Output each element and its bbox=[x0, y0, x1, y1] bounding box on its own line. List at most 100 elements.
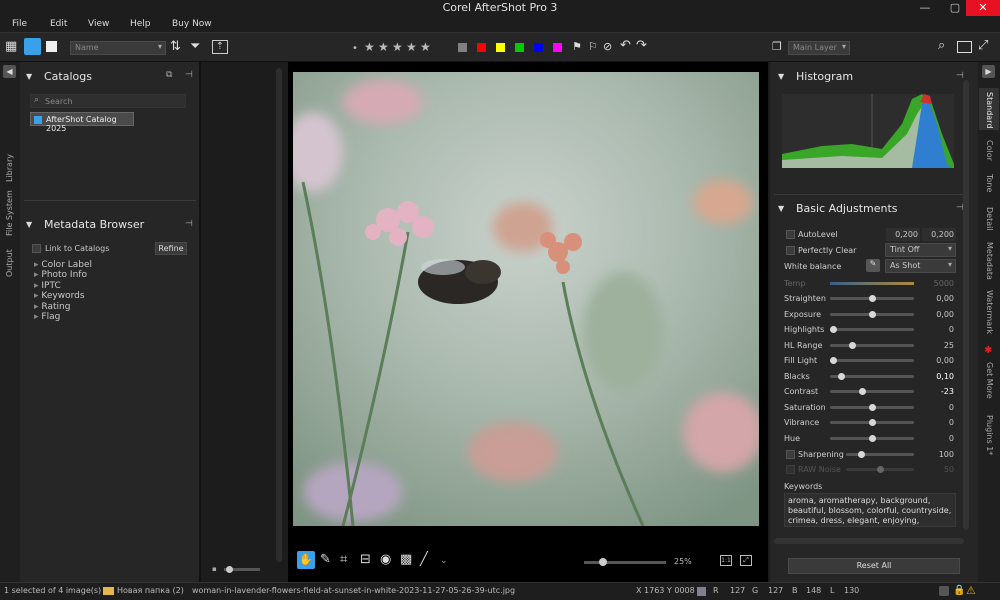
thumbnail-size-slider[interactable] bbox=[224, 566, 260, 573]
straighten-slider[interactable] bbox=[830, 295, 914, 302]
fill-light-slider[interactable] bbox=[830, 357, 914, 364]
menu-help[interactable]: Help bbox=[130, 19, 151, 29]
histogram-collapse-icon[interactable]: ▼ bbox=[778, 72, 784, 81]
color-label-red[interactable] bbox=[477, 43, 486, 52]
eyedropper-icon[interactable]: ✎ bbox=[320, 553, 331, 567]
thumbnail-size-knob[interactable] bbox=[226, 566, 233, 573]
hue-slider-knob[interactable] bbox=[868, 434, 876, 442]
perfectly-clear-checkbox[interactable] bbox=[786, 246, 795, 255]
menu-edit[interactable]: Edit bbox=[50, 19, 67, 29]
flag-pick-icon[interactable]: ⚑ bbox=[572, 40, 582, 54]
tab-library[interactable]: Library bbox=[5, 154, 14, 182]
autolevel-checkbox[interactable] bbox=[786, 230, 795, 239]
highlights-slider-knob[interactable] bbox=[830, 326, 837, 333]
catalogs-collapse-icon[interactable]: ▼ bbox=[26, 72, 32, 81]
saturation-slider[interactable] bbox=[830, 403, 914, 411]
rotate-right-icon[interactable]: ↷ bbox=[636, 39, 647, 53]
tab-detail[interactable]: Detail bbox=[985, 207, 994, 231]
right-panel-scrollbar[interactable] bbox=[963, 80, 969, 530]
tree-item-color-label[interactable]: ▸ Color Label bbox=[34, 260, 92, 270]
color-label-gray[interactable] bbox=[458, 43, 467, 52]
catalog-item[interactable]: AfterShot Catalog 2025 bbox=[30, 112, 134, 133]
pin-icon[interactable]: ⊣ bbox=[185, 219, 193, 229]
single-view-icon[interactable] bbox=[24, 38, 41, 55]
menu-view[interactable]: View bbox=[88, 19, 109, 29]
tab-get-more[interactable]: Get More bbox=[985, 362, 994, 399]
brush-icon[interactable]: ╱ bbox=[420, 553, 428, 567]
catalogs-add-icon[interactable]: ⧉ bbox=[166, 70, 172, 80]
hl-range-slider-knob[interactable] bbox=[849, 341, 857, 349]
grid-view-icon[interactable]: ▦ bbox=[5, 40, 17, 54]
link-to-catalogs-checkbox[interactable] bbox=[32, 244, 41, 253]
redeye-icon[interactable]: ◉ bbox=[380, 553, 391, 567]
zoom-100-icon[interactable]: 1:1 bbox=[720, 555, 732, 566]
rating-star-4-icon[interactable]: ★ bbox=[406, 40, 417, 54]
crop-icon[interactable]: ⌗ bbox=[340, 553, 347, 567]
tab-color[interactable]: Color bbox=[985, 140, 994, 161]
menu-buy-now[interactable]: Buy Now bbox=[172, 19, 212, 29]
zoom-slider[interactable] bbox=[584, 558, 666, 566]
copy-layer-icon[interactable]: ❐ bbox=[772, 40, 782, 54]
import-icon[interactable]: ⇡ bbox=[212, 40, 228, 54]
exposure-slider-knob[interactable] bbox=[868, 310, 876, 318]
hl-range-slider[interactable] bbox=[830, 341, 914, 349]
splitter[interactable] bbox=[199, 62, 201, 582]
chevron-down-icon[interactable]: ⌄ bbox=[440, 556, 448, 566]
menu-file[interactable]: File bbox=[12, 19, 27, 29]
tree-item-iptc[interactable]: ▸ IPTC bbox=[34, 281, 61, 291]
sort-select[interactable]: Name ▾ bbox=[70, 41, 166, 55]
zoom-fit-icon[interactable]: ⤢ bbox=[740, 555, 752, 566]
collapse-right-icon[interactable]: ▶ bbox=[982, 65, 995, 78]
reset-all-button[interactable]: Reset All bbox=[788, 558, 960, 574]
blacks-slider-knob[interactable] bbox=[837, 372, 845, 380]
zoom-slider-knob[interactable] bbox=[598, 558, 607, 566]
minimize-button[interactable]: — bbox=[910, 0, 940, 16]
layer-select[interactable]: Main Layer ▾ bbox=[788, 41, 850, 55]
thumbnail-scrollbar[interactable] bbox=[276, 68, 282, 562]
sort-direction-icon[interactable]: ⇅ bbox=[170, 40, 181, 54]
tree-item-rating[interactable]: ▸ Rating bbox=[34, 302, 70, 312]
tab-metadata[interactable]: Metadata bbox=[985, 242, 994, 280]
tab-tone[interactable]: Tone bbox=[985, 174, 994, 192]
refine-button[interactable]: Refine bbox=[155, 242, 187, 255]
horizontal-scrollbar[interactable] bbox=[774, 538, 964, 544]
tree-item-keywords[interactable]: ▸ Keywords bbox=[34, 291, 85, 301]
autolevel-value-1[interactable]: 0,200 bbox=[886, 228, 920, 241]
flag-reject-icon[interactable]: ⚐ bbox=[588, 40, 598, 54]
warning-icon[interactable]: ⚠ bbox=[966, 584, 976, 597]
pin-icon[interactable]: ⊣ bbox=[185, 70, 193, 80]
color-label-green[interactable] bbox=[515, 43, 524, 52]
eyedropper-icon[interactable]: ✎ bbox=[866, 259, 880, 272]
pan-tool-icon[interactable]: ✋ bbox=[297, 551, 315, 569]
tree-item-flag[interactable]: ▸ Flag bbox=[34, 312, 60, 322]
vibrance-slider-knob[interactable] bbox=[868, 419, 876, 426]
compare-view-icon[interactable] bbox=[46, 41, 57, 52]
lock-icon[interactable]: 🔒 bbox=[953, 585, 965, 596]
rating-star-2-icon[interactable]: ★ bbox=[378, 40, 389, 54]
straighten-icon[interactable]: ⊟ bbox=[360, 553, 371, 567]
slideshow-icon[interactable] bbox=[957, 41, 972, 53]
tab-watermark[interactable]: Watermark bbox=[985, 290, 994, 334]
rating-star-3-icon[interactable]: ★ bbox=[392, 40, 403, 54]
layout-icon[interactable] bbox=[939, 586, 949, 596]
filter-icon[interactable]: ⏷ bbox=[190, 40, 200, 54]
pin-icon[interactable]: ⊣ bbox=[956, 71, 964, 81]
autolevel-value-2[interactable]: 0,200 bbox=[922, 228, 956, 241]
collapse-left-icon[interactable]: ◀ bbox=[3, 65, 16, 78]
highlights-slider[interactable] bbox=[830, 326, 914, 333]
rating-star-5-icon[interactable]: ★ bbox=[420, 40, 431, 54]
fullscreen-icon[interactable]: ⤢ bbox=[978, 39, 988, 53]
blacks-slider[interactable] bbox=[830, 372, 914, 380]
keywords-textarea[interactable]: aroma, aromatherapy, background, beautif… bbox=[784, 493, 956, 527]
no-rating-dot[interactable]: • bbox=[352, 43, 358, 54]
color-label-blue[interactable] bbox=[534, 43, 543, 52]
fill-light-slider-knob[interactable] bbox=[830, 357, 837, 364]
tab-plugins[interactable]: Plugins 1* bbox=[985, 415, 994, 455]
flag-clear-icon[interactable]: ⊘ bbox=[603, 40, 612, 54]
hue-slider[interactable] bbox=[830, 434, 914, 442]
vibrance-slider[interactable] bbox=[830, 419, 914, 426]
metadata-collapse-icon[interactable]: ▼ bbox=[26, 220, 32, 229]
close-button[interactable]: ✕ bbox=[966, 0, 1000, 16]
saturation-slider-knob[interactable] bbox=[868, 403, 876, 411]
white-balance-select[interactable]: As Shot ▾ bbox=[885, 259, 956, 273]
